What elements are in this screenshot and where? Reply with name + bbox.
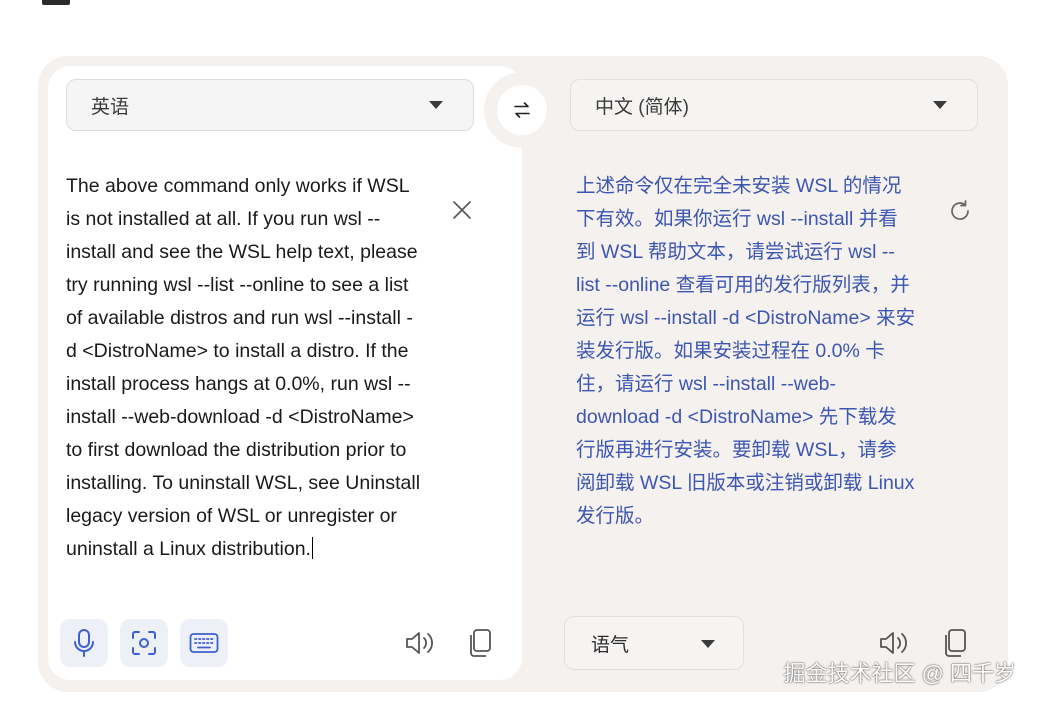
- close-icon: [453, 201, 471, 219]
- swap-languages-button[interactable]: [497, 85, 547, 135]
- voice-input-button[interactable]: [60, 619, 108, 667]
- target-language-label: 中文 (简体): [595, 96, 689, 118]
- chevron-down-icon: [429, 101, 443, 109]
- source-text: The above command only works if WSL is n…: [66, 175, 421, 560]
- retranslate-button[interactable]: [947, 198, 973, 224]
- tone-select[interactable]: 语气: [564, 616, 744, 670]
- copy-icon: [945, 629, 966, 657]
- chevron-down-icon: [933, 101, 947, 109]
- translation-output: 上述命令仅在完全未安装 WSL 的情况 下有效。如果你运行 wsl --inst…: [576, 175, 916, 527]
- translation-listen-button[interactable]: [876, 626, 910, 660]
- source-language-label: 英语: [91, 96, 130, 118]
- watermark: 掘金技术社区 @ 四千岁: [783, 661, 1016, 686]
- copy-icon: [470, 629, 491, 657]
- translation-copy-button[interactable]: [938, 626, 972, 660]
- keyboard-icon: [189, 633, 219, 653]
- refresh-icon: [951, 200, 969, 220]
- top-dash-decoration: [42, 0, 70, 5]
- source-text-input[interactable]: The above command only works if WSL is n…: [66, 170, 456, 566]
- text-cursor: [311, 537, 314, 559]
- virtual-keyboard-button[interactable]: [180, 619, 228, 667]
- microphone-icon: [74, 629, 94, 657]
- tone-label: 语气: [591, 634, 630, 656]
- source-language-select[interactable]: 英语: [66, 79, 474, 131]
- source-copy-button[interactable]: [463, 626, 497, 660]
- speaker-icon: [880, 632, 907, 654]
- swap-arrows-icon: [514, 102, 530, 118]
- speaker-icon: [406, 632, 433, 654]
- source-listen-button[interactable]: [402, 626, 436, 660]
- camera-scan-icon: [132, 631, 156, 655]
- chevron-down-icon: [701, 640, 715, 648]
- camera-translate-button[interactable]: [120, 619, 168, 667]
- target-language-select[interactable]: 中文 (简体): [570, 79, 978, 131]
- clear-text-button[interactable]: [450, 198, 474, 222]
